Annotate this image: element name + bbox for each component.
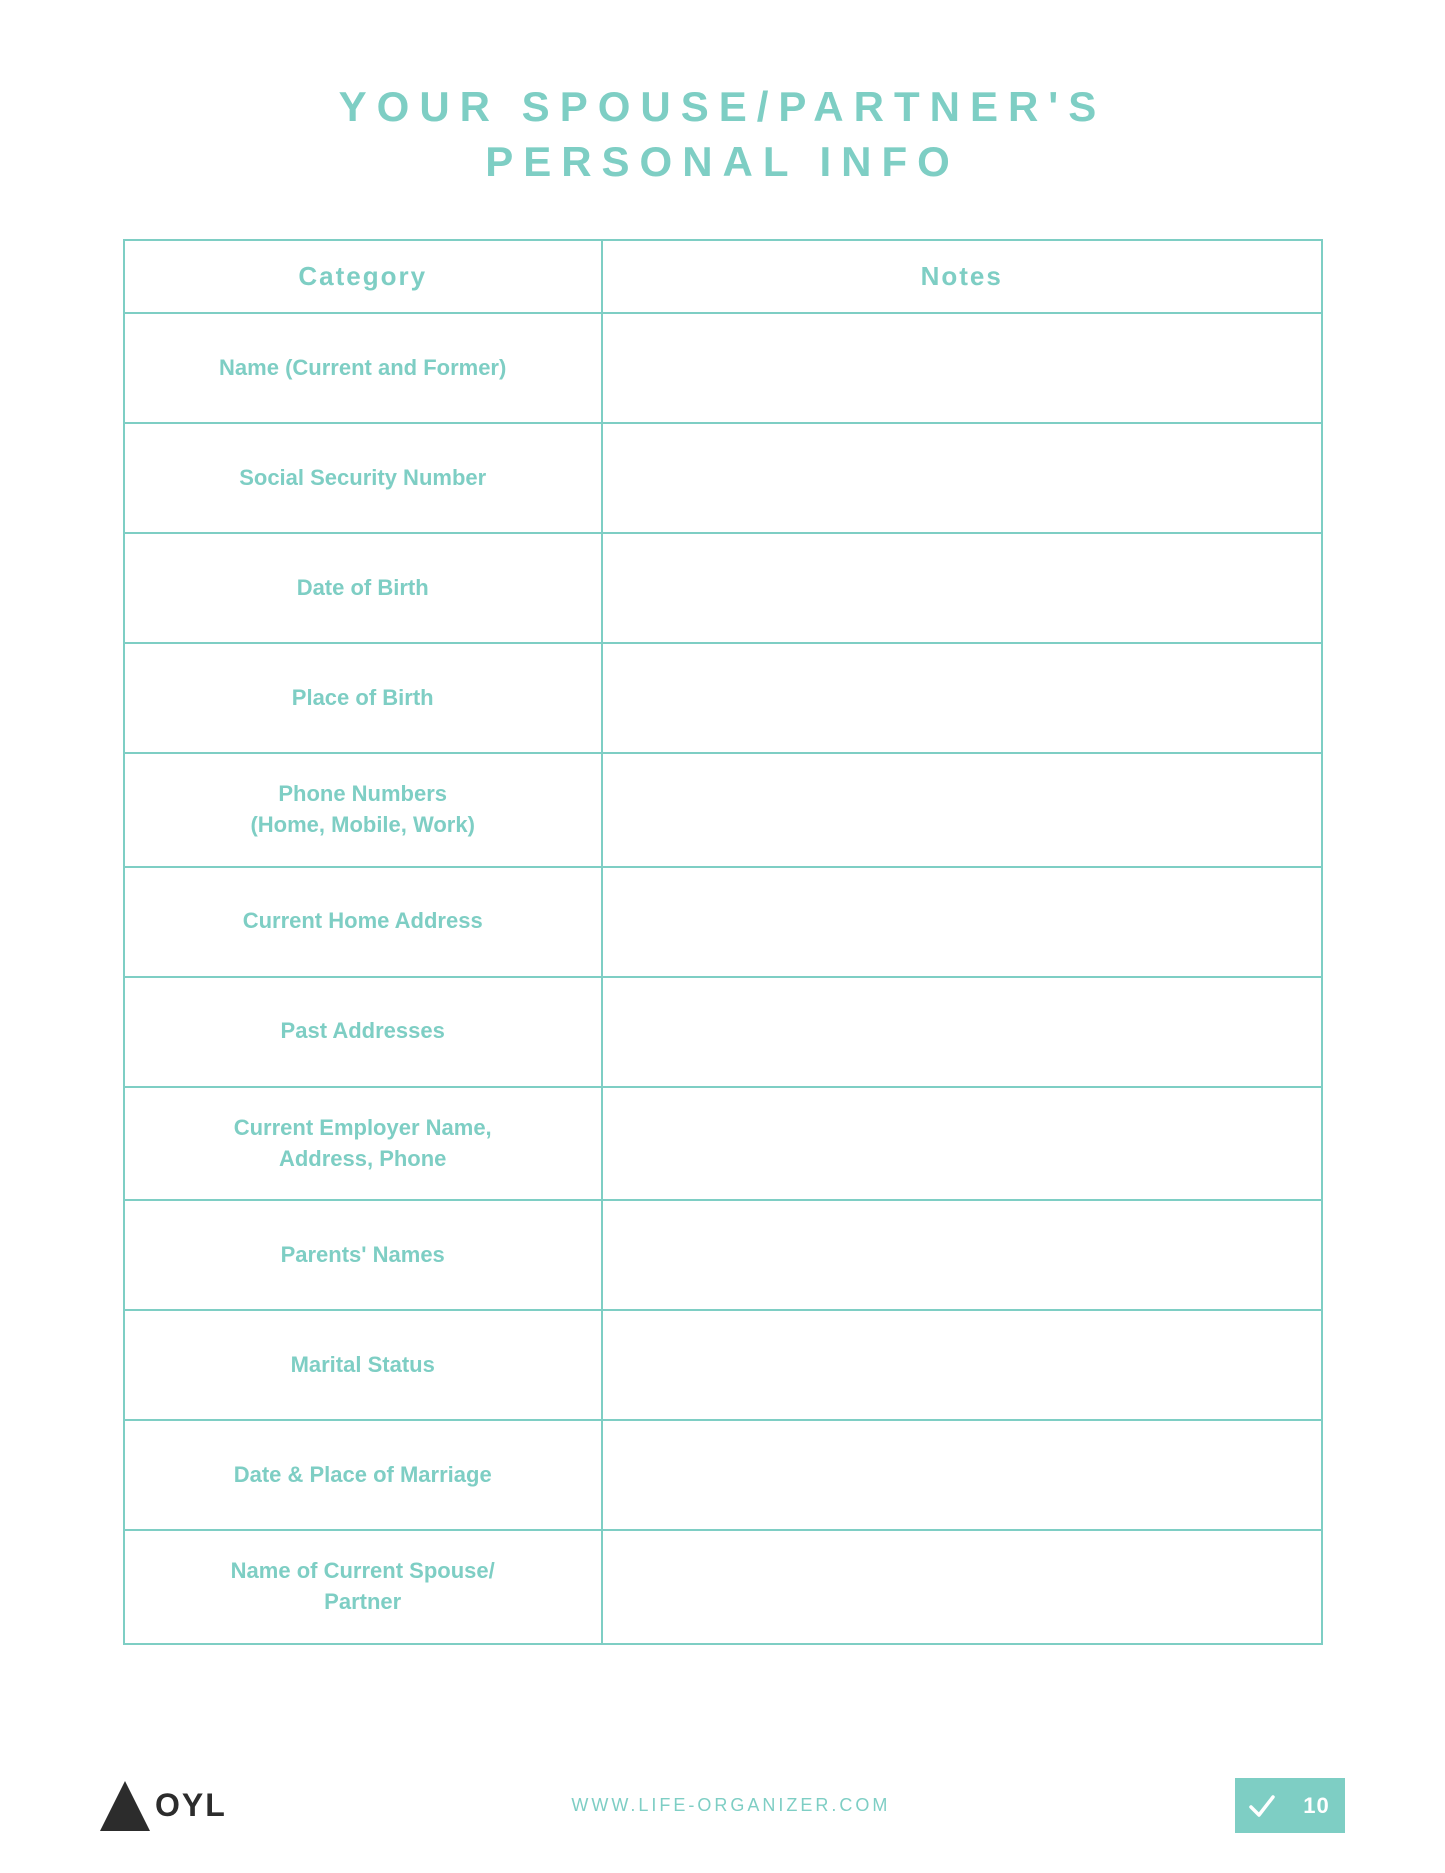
row-notes-cell <box>603 644 1321 752</box>
table-row: Parents' Names <box>125 1201 1321 1311</box>
row-category-cell: Parents' Names <box>125 1201 603 1309</box>
row-notes-cell <box>603 754 1321 866</box>
checkmark-box <box>1235 1778 1290 1833</box>
row-category-cell: Past Addresses <box>125 978 603 1086</box>
table-row: Phone Numbers(Home, Mobile, Work) <box>125 754 1321 868</box>
category-label: Parents' Names <box>281 1240 445 1271</box>
table-row: Date & Place of Marriage <box>125 1421 1321 1531</box>
row-notes-cell <box>603 1201 1321 1309</box>
table-row: Place of Birth <box>125 644 1321 754</box>
row-category-cell: Marital Status <box>125 1311 603 1419</box>
category-label: Marital Status <box>291 1350 435 1381</box>
page-number: 10 <box>1303 1793 1329 1819</box>
row-category-cell: Social Security Number <box>125 424 603 532</box>
logo: OYL <box>100 1781 227 1831</box>
logo-icon <box>100 1781 150 1831</box>
page-title: YOUR SPOUSE/PARTNER'S PERSONAL INFO <box>339 80 1107 189</box>
row-category-cell: Name of Current Spouse/Partner <box>125 1531 603 1643</box>
table-row: Current Home Address <box>125 868 1321 978</box>
footer-url: WWW.LIFE-ORGANIZER.COM <box>571 1795 890 1816</box>
row-category-cell: Current Home Address <box>125 868 603 976</box>
row-notes-cell <box>603 1531 1321 1643</box>
info-table: Category Notes Name (Current and Former)… <box>123 239 1323 1645</box>
row-notes-cell <box>603 314 1321 422</box>
category-label: Name (Current and Former) <box>219 353 506 384</box>
row-category-cell: Name (Current and Former) <box>125 314 603 422</box>
category-label: Past Addresses <box>281 1016 445 1047</box>
page-number-box: 10 <box>1290 1778 1345 1833</box>
table-row: Date of Birth <box>125 534 1321 644</box>
header-category-cell: Category <box>125 241 603 312</box>
page: YOUR SPOUSE/PARTNER'S PERSONAL INFO Cate… <box>0 0 1445 1873</box>
row-notes-cell <box>603 1421 1321 1529</box>
table-header: Category Notes <box>125 241 1321 314</box>
row-notes-cell <box>603 534 1321 642</box>
category-label: Date & Place of Marriage <box>234 1460 492 1491</box>
row-category-cell: Phone Numbers(Home, Mobile, Work) <box>125 754 603 866</box>
row-category-cell: Current Employer Name,Address, Phone <box>125 1088 603 1200</box>
title-line1: YOUR SPOUSE/PARTNER'S <box>339 80 1107 135</box>
category-label: Current Employer Name,Address, Phone <box>234 1113 492 1175</box>
row-notes-cell <box>603 1311 1321 1419</box>
checkmark-icon <box>1247 1791 1277 1821</box>
row-category-cell: Place of Birth <box>125 644 603 752</box>
table-row: Current Employer Name,Address, Phone <box>125 1088 1321 1202</box>
category-label: Date of Birth <box>297 573 429 604</box>
header-category-label: Category <box>298 261 427 291</box>
table-row: Marital Status <box>125 1311 1321 1421</box>
table-row: Social Security Number <box>125 424 1321 534</box>
row-category-cell: Date & Place of Marriage <box>125 1421 603 1529</box>
row-notes-cell <box>603 978 1321 1086</box>
row-notes-cell <box>603 868 1321 976</box>
row-category-cell: Date of Birth <box>125 534 603 642</box>
row-notes-cell <box>603 1088 1321 1200</box>
category-label: Place of Birth <box>292 683 434 714</box>
header-notes-cell: Notes <box>603 241 1321 312</box>
row-notes-cell <box>603 424 1321 532</box>
logo-text: OYL <box>155 1787 227 1824</box>
table-row: Name (Current and Former) <box>125 314 1321 424</box>
header-notes-label: Notes <box>921 261 1003 291</box>
category-label: Name of Current Spouse/Partner <box>231 1556 495 1618</box>
title-line2: PERSONAL INFO <box>339 135 1107 190</box>
table-row: Name of Current Spouse/Partner <box>125 1531 1321 1643</box>
footer: OYL WWW.LIFE-ORGANIZER.COM 10 <box>100 1778 1345 1833</box>
category-label: Current Home Address <box>243 906 483 937</box>
footer-page-badge: 10 <box>1235 1778 1345 1833</box>
category-label: Social Security Number <box>239 463 486 494</box>
table-row: Past Addresses <box>125 978 1321 1088</box>
category-label: Phone Numbers(Home, Mobile, Work) <box>250 779 475 841</box>
